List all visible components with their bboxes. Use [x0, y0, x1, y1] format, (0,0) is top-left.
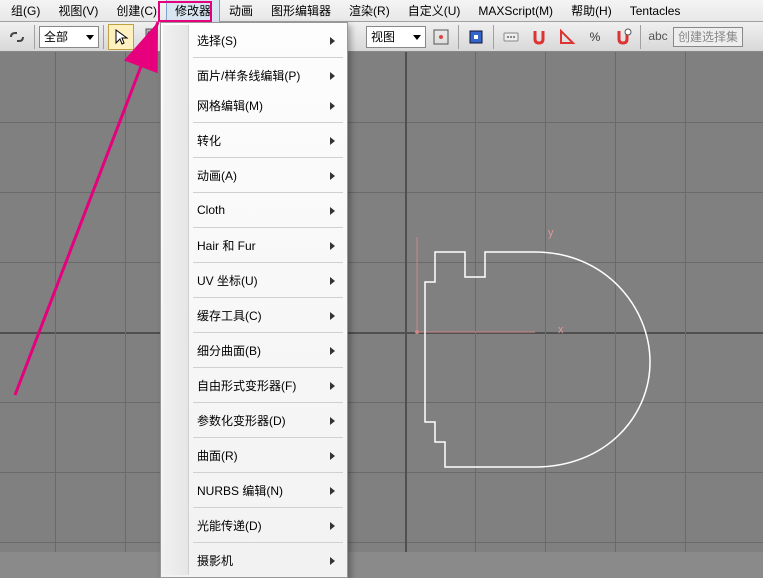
menu-tentacles[interactable]: Tentacles [621, 0, 690, 22]
spline-shape[interactable] [405, 222, 685, 482]
menu-customize[interactable]: 自定义(U) [399, 0, 470, 23]
menu-rendering[interactable]: 渲染(R) [340, 0, 399, 23]
pivot-icon[interactable] [428, 24, 454, 50]
submenu-nurbs-edit[interactable]: NURBS 编辑(N) [163, 475, 345, 505]
submenu-separator [193, 472, 343, 473]
submenu-selection[interactable]: 选择(S) [163, 25, 345, 55]
menubar: 组(G) 视图(V) 创建(C) 修改器 动画 图形编辑器 渲染(R) 自定义(… [0, 0, 763, 22]
select-manipulate-icon[interactable] [463, 24, 489, 50]
submenu-separator [193, 507, 343, 508]
submenu-animation[interactable]: 动画(A) [163, 160, 345, 190]
spinner-icon[interactable] [136, 24, 162, 50]
submenu-uv[interactable]: UV 坐标(U) [163, 265, 345, 295]
selection-filter-label: 全部 [44, 28, 68, 45]
snap-options-icon[interactable] [610, 24, 636, 50]
menu-group[interactable]: 组(G) [2, 0, 49, 23]
menu-help[interactable]: 帮助(H) [562, 0, 621, 23]
submenu-param-deform[interactable]: 参数化变形器(D) [163, 405, 345, 435]
submenu-convert[interactable]: 转化 [163, 125, 345, 155]
keyboard-shortcut-icon[interactable] [498, 24, 524, 50]
svg-text:{abc}: {abc} [648, 29, 668, 43]
angle-snap-icon[interactable] [554, 24, 580, 50]
ref-coord-label: 视图 [371, 28, 395, 45]
submenu-mesh-edit[interactable]: 网格编辑(M) [163, 90, 345, 120]
menu-animation[interactable]: 动画 [220, 0, 262, 23]
submenu-patch-spline-edit[interactable]: 面片/样条线编辑(P) [163, 60, 345, 90]
submenu-separator [193, 192, 343, 193]
menu-maxscript[interactable]: MAXScript(M) [469, 0, 562, 22]
menu-graph-editors[interactable]: 图形编辑器 [262, 0, 340, 23]
submenu-separator [193, 122, 343, 123]
menu-create[interactable]: 创建(C) [107, 0, 166, 23]
submenu-separator [193, 367, 343, 368]
menu-view[interactable]: 视图(V) [49, 0, 107, 23]
submenu-separator [193, 57, 343, 58]
submenu-separator [193, 542, 343, 543]
link-icon[interactable] [4, 24, 30, 50]
submenu-separator [193, 297, 343, 298]
submenu-ffd[interactable]: 自由形式变形器(F) [163, 370, 345, 400]
svg-text:%: % [590, 30, 601, 44]
named-selection-input[interactable]: 创建选择集 [673, 27, 743, 47]
submenu-separator [193, 402, 343, 403]
submenu-separator [193, 437, 343, 438]
submenu-separator [193, 262, 343, 263]
menu-modifiers[interactable]: 修改器 [166, 0, 220, 23]
submenu-hair-fur[interactable]: Hair 和 Fur [163, 230, 345, 260]
submenu-cloth[interactable]: Cloth [163, 195, 345, 225]
named-sel-abc-icon[interactable]: {abc} [645, 24, 671, 50]
main-toolbar: 全部 视图 % {abc} 创建选择集 [0, 22, 763, 52]
submenu-surface[interactable]: 曲面(R) [163, 440, 345, 470]
named-selection-placeholder: 创建选择集 [678, 28, 738, 45]
submenu-radiosity[interactable]: 光能传递(D) [163, 510, 345, 540]
percent-snap-icon[interactable]: % [582, 24, 608, 50]
submenu-separator [193, 332, 343, 333]
submenu-subdiv[interactable]: 细分曲面(B) [163, 335, 345, 365]
selection-filter-dropdown[interactable]: 全部 [39, 26, 99, 48]
modifiers-submenu: 选择(S) 面片/样条线编辑(P) 网格编辑(M) 转化 动画(A) Cloth… [160, 22, 348, 578]
submenu-cache-tools[interactable]: 缓存工具(C) [163, 300, 345, 330]
snap-toggle-icon[interactable] [526, 24, 552, 50]
select-cursor-icon[interactable] [108, 24, 134, 50]
submenu-camera[interactable]: 摄影机 [163, 545, 345, 575]
submenu-separator [193, 157, 343, 158]
submenu-separator [193, 227, 343, 228]
ref-coord-dropdown[interactable]: 视图 [366, 26, 426, 48]
viewport[interactable]: y x [0, 52, 763, 552]
